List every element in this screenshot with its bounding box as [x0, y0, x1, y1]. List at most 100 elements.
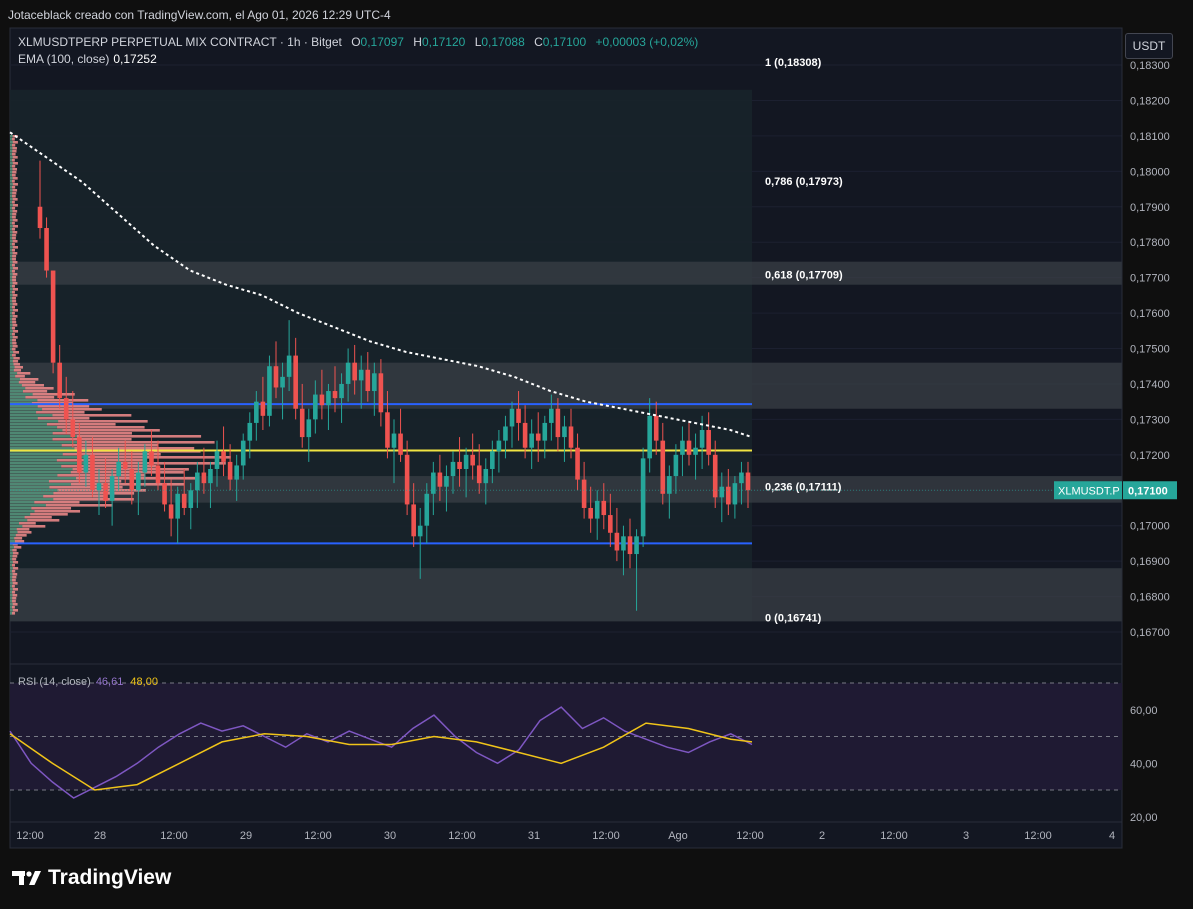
profile-bar-bull: [10, 456, 88, 459]
ema-legend[interactable]: EMA (100, close) 0,17252: [18, 52, 157, 66]
price-tick-label: 0,17300: [1130, 414, 1170, 426]
candle-body: [37, 206, 43, 229]
candle-body: [332, 391, 338, 399]
price-zone: [10, 261, 1122, 285]
candle-body: [745, 472, 751, 491]
time-tick-label: 4: [1109, 830, 1115, 842]
candle-body: [444, 476, 449, 487]
currency-button[interactable]: USDT: [1125, 33, 1173, 59]
candle-body: [116, 461, 121, 477]
profile-bar-bull: [10, 414, 53, 417]
profile-bar-bull: [10, 603, 13, 606]
rsi-label[interactable]: RSI (14, close): [18, 676, 91, 688]
profile-bar-bull: [10, 231, 13, 234]
time-tick-label: 12:00: [448, 830, 476, 842]
profile-bar-bull: [10, 339, 13, 342]
profile-bar-bull: [10, 354, 13, 357]
profile-bar-bull: [10, 261, 13, 264]
price-tick-label: 0,17500: [1130, 344, 1170, 356]
candle-body: [378, 373, 384, 413]
candle-body: [96, 483, 102, 491]
rsi-tick-label: 60,00: [1130, 705, 1158, 717]
profile-bar-bull: [10, 594, 13, 597]
profile-bar-bull: [10, 273, 13, 276]
profile-bar-bull: [10, 573, 13, 576]
fib-label: 0,786 (0,17973): [765, 176, 843, 188]
profile-bar-bull: [10, 297, 13, 300]
chart-canvas[interactable]: 1 (0,18308) 0,786 (0,17973) 0,618 (0,17709…: [0, 0, 1193, 909]
candle-body: [142, 451, 148, 473]
profile-bar-bull: [10, 507, 32, 510]
rsi-legend[interactable]: RSI (14, close) 46,61 48,00: [18, 676, 158, 688]
candle-body: [168, 504, 174, 519]
candle-body: [234, 465, 239, 480]
candle-body: [594, 500, 600, 519]
candle-body: [424, 493, 430, 526]
candle-body: [50, 270, 56, 363]
time-tick-label: 31: [528, 830, 540, 842]
candle-body: [686, 440, 692, 455]
candle-body: [437, 472, 443, 487]
profile-bar-bull: [10, 255, 13, 258]
profile-bar-bull: [10, 390, 23, 393]
candle-body: [614, 532, 620, 551]
profile-bar-bull: [10, 420, 59, 423]
candle-body: [549, 408, 554, 423]
candle-body: [732, 483, 738, 505]
profile-bar-bull: [10, 600, 13, 603]
profile-bar-bull: [10, 363, 14, 366]
symbol-title[interactable]: XLMUSDTPERP PERPETUAL MIX CONTRACT · 1h …: [18, 35, 342, 49]
profile-bar-bull: [10, 606, 12, 609]
profile-bar-bull: [10, 567, 13, 570]
price-tick-label: 0,16800: [1130, 592, 1170, 604]
profile-bar-bull: [10, 597, 13, 600]
profile-bar-bull: [10, 210, 13, 213]
candle-body: [726, 486, 731, 505]
profile-bar-bull: [10, 552, 13, 555]
profile-bar-bull: [10, 513, 31, 516]
profile-bar-bull: [10, 504, 46, 507]
profile-bar-bull: [10, 321, 13, 324]
profile-bar-bull: [10, 393, 33, 396]
profile-bar-bull: [10, 468, 73, 471]
candle-body: [90, 454, 95, 491]
profile-bar-bull: [10, 486, 50, 489]
candle-body: [70, 419, 76, 438]
price-tick-label: 0,17700: [1130, 273, 1170, 285]
fib-label: 0,618 (0,17709): [765, 269, 843, 281]
close-label: C: [534, 35, 543, 49]
profile-bar-bull: [10, 324, 13, 327]
time-tick-label: 12:00: [1024, 830, 1052, 842]
profile-bar-bull: [10, 471, 71, 474]
profile-bar-bull: [10, 204, 13, 207]
candle-body: [588, 507, 593, 519]
profile-bar-bull: [10, 534, 16, 537]
symbol-legend[interactable]: XLMUSDTPERP PERPETUAL MIX CONTRACT · 1h …: [18, 35, 698, 49]
profile-bar-bull: [10, 444, 62, 447]
candle-body: [529, 433, 534, 448]
profile-bar-bull: [10, 315, 13, 318]
profile-bar-bull: [10, 540, 15, 543]
time-tick-label: 12:00: [592, 830, 620, 842]
candle-body: [181, 493, 187, 508]
candle-body: [621, 536, 626, 551]
profile-bar-bull: [10, 276, 13, 279]
candle-body: [503, 426, 508, 441]
tradingview-logo[interactable]: TradingView: [12, 866, 171, 890]
ema-label[interactable]: EMA (100, close): [18, 52, 109, 66]
profile-bar-bull: [10, 564, 12, 567]
high-label: H: [413, 35, 422, 49]
candle-body: [83, 454, 89, 473]
profile-bar-bull: [10, 207, 12, 210]
profile-bar-bull: [10, 498, 54, 501]
profile-bar-bull: [10, 342, 13, 345]
profile-bar-bull: [10, 525, 23, 528]
profile-bar-bull: [10, 519, 28, 522]
candle-body: [313, 394, 318, 420]
profile-bar-bull: [10, 249, 12, 252]
candle-body: [299, 408, 305, 438]
price-tick-label: 0,18300: [1130, 60, 1170, 72]
candle-body: [581, 479, 587, 508]
profile-bar-bull: [10, 399, 38, 402]
profile-bar-bull: [10, 162, 13, 165]
